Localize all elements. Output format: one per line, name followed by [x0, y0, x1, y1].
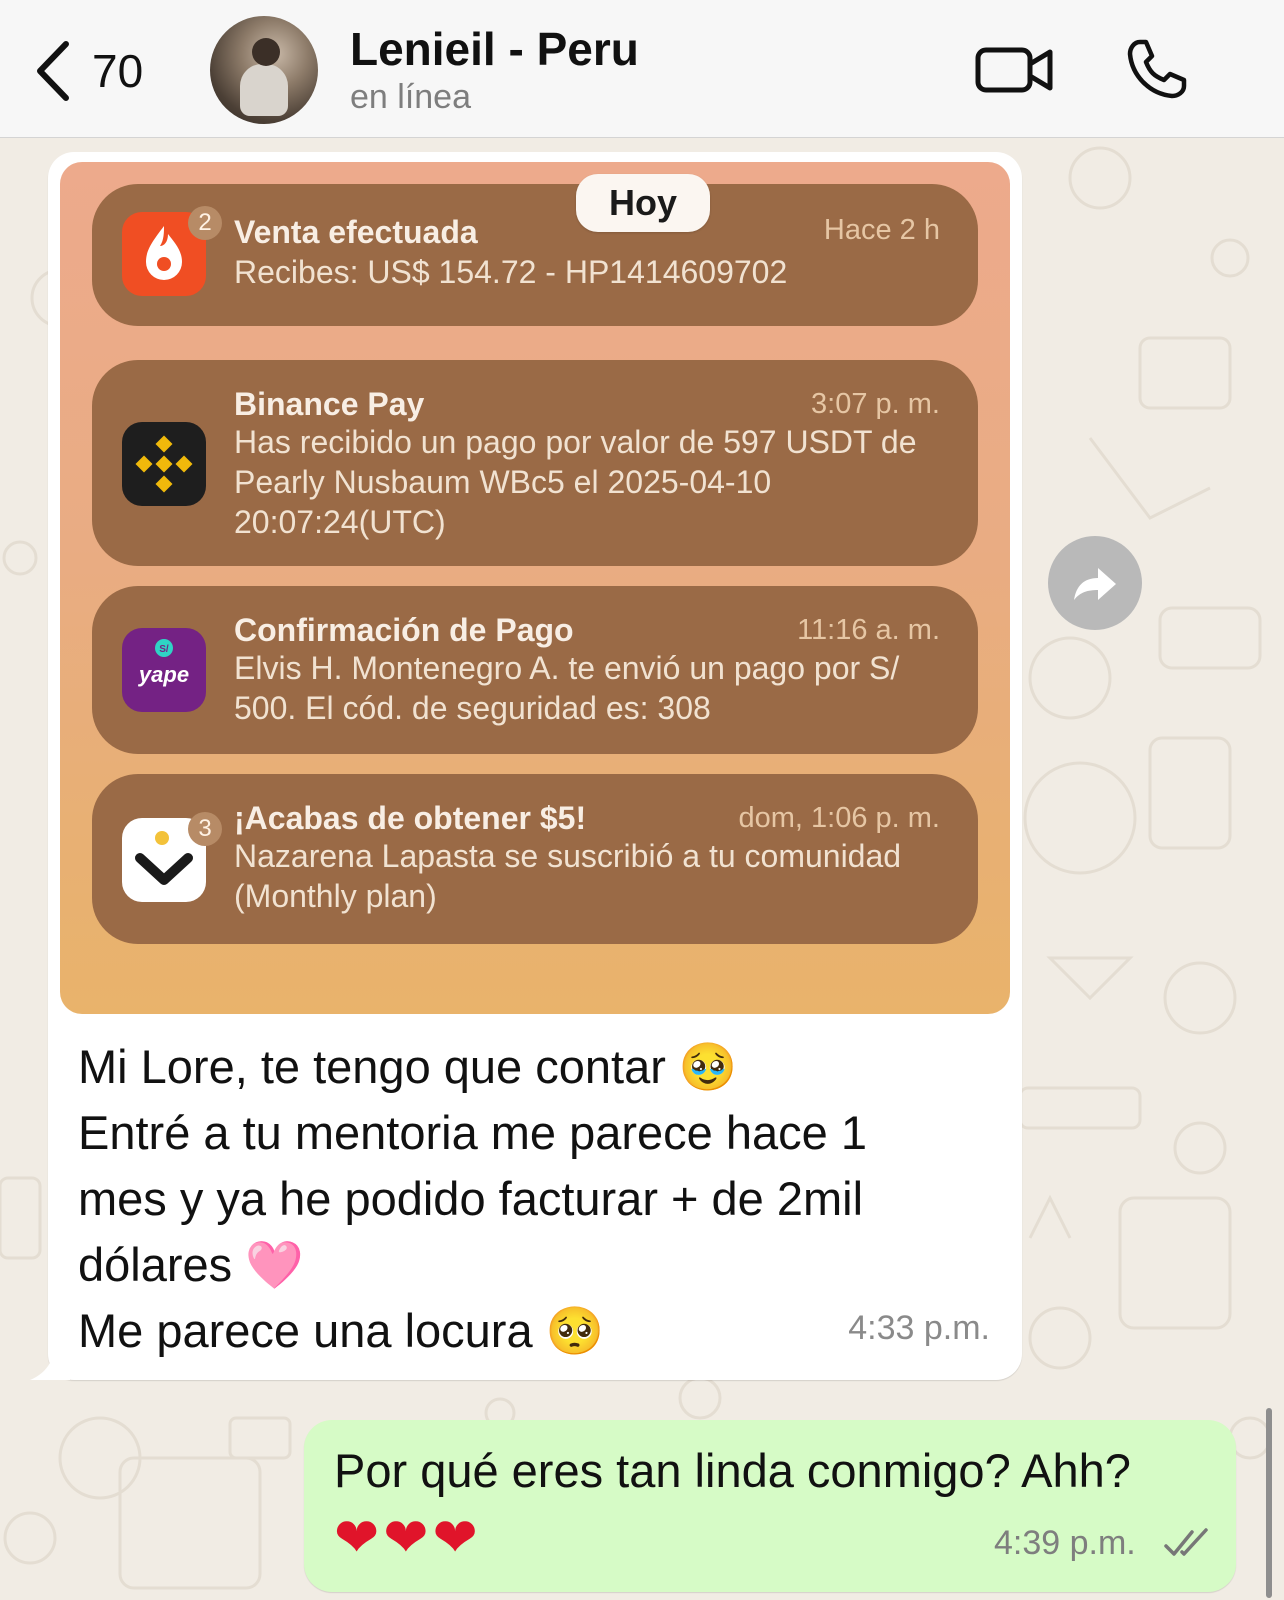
notification-card: 3 ¡Acabas de obtener $5! dom, 1:06 p. m.…: [92, 774, 978, 964]
contact-name[interactable]: Lenieil - Peru: [350, 22, 639, 76]
outgoing-message-text: Por qué eres tan linda conmigo? Ahh?: [334, 1444, 1131, 1497]
notification-body: Has recibido un pago por valor de 597 US…: [234, 424, 917, 540]
forward-arrow-icon: [1074, 568, 1116, 600]
notification-time: 11:16 a. m.: [797, 614, 940, 646]
video-call-icon[interactable]: [974, 40, 1054, 100]
notification-title: Confirmación de Pago: [234, 612, 574, 648]
incoming-message-text: Mi Lore, te tengo que contar 🥹 Entré a t…: [78, 1034, 978, 1364]
phone-icon[interactable]: [1124, 36, 1190, 102]
notification-title: Venta efectuada: [234, 214, 478, 250]
forward-button[interactable]: [1048, 536, 1142, 630]
bubble-tail: [30, 1350, 70, 1380]
notification-body: Elvis H. Montenegro A. te envió un pago …: [234, 650, 900, 726]
notification-badge: 3: [188, 812, 222, 846]
message-line: mes y ya he podido facturar + de 2mil: [78, 1172, 864, 1225]
notification-body: Nazarena Lapasta se suscribió a tu comun…: [234, 838, 902, 914]
avatar[interactable]: [210, 16, 318, 124]
message-line: Entré a tu mentoria me parece hace 1: [78, 1106, 867, 1159]
notification-time: Hace 2 h: [823, 214, 940, 246]
notification-card: 2 Venta efectuada Hace 2 h Recibes: US$ …: [92, 184, 978, 344]
message-line: dólares 🩷: [78, 1238, 304, 1291]
notification-card: S/ yape Confirmación de Pago 11:16 a. m.…: [92, 586, 978, 754]
read-receipt-icon: [1164, 1528, 1208, 1556]
notification-title: ¡Acabas de obtener $5!: [234, 800, 587, 836]
message-line: Me parece una locura 🥺: [78, 1304, 605, 1357]
notification-time: 3:07 p. m.: [811, 388, 940, 420]
unread-count: 70: [92, 45, 144, 97]
notification-title: Binance Pay: [234, 386, 425, 422]
outgoing-message-bubble[interactable]: Por qué eres tan linda conmigo? Ahh? ❤❤❤…: [304, 1420, 1236, 1592]
notification-card: Binance Pay 3:07 p. m. Has recibido un p…: [92, 360, 978, 566]
chat-header: 70 Lenieil - Peru en línea: [0, 0, 1284, 138]
yape-icon-sub: S/: [159, 644, 169, 655]
yape-icon: S/ yape: [122, 628, 206, 712]
message-line: Mi Lore, te tengo que contar 🥹: [78, 1040, 738, 1093]
message-timestamp: 4:33 p.m.: [848, 1309, 990, 1347]
notification-badge: 2: [188, 206, 222, 240]
contact-status: en línea: [350, 78, 471, 116]
heart-emojis: ❤❤❤: [334, 1508, 482, 1568]
binance-icon: [122, 422, 206, 506]
yape-icon-text: yape: [138, 662, 189, 687]
scrollbar[interactable]: [1266, 1408, 1272, 1598]
back-button[interactable]: 70: [32, 36, 177, 106]
incoming-message-bubble[interactable]: 2 Venta efectuada Hace 2 h Recibes: US$ …: [30, 152, 1022, 1380]
notification-time: dom, 1:06 p. m.: [738, 802, 941, 834]
notifications-screenshot[interactable]: 2 Venta efectuada Hace 2 h Recibes: US$ …: [60, 162, 1010, 1014]
message-timestamp: 4:39 p.m.: [994, 1524, 1136, 1562]
notification-body: Recibes: US$ 154.72 - HP1414609702: [234, 254, 788, 290]
chevron-left-icon: [37, 41, 69, 101]
date-divider: Hoy: [576, 174, 710, 232]
